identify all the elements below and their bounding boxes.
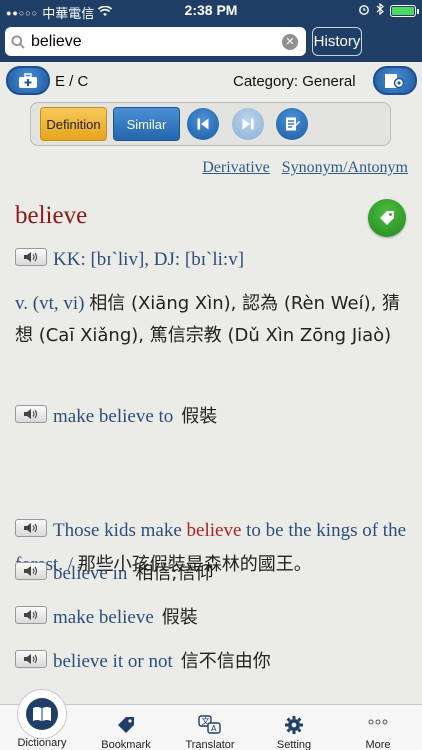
history-button[interactable]: History [312,27,362,56]
similar-button[interactable]: Similar [113,107,180,141]
phrase-row: believe in 相信;信仰 [15,559,213,585]
content-area: E / C Category: General Definition Simil… [0,62,422,704]
search-value[interactable]: believe [31,33,282,51]
skip-back-icon [197,118,209,130]
battery-icon [390,4,419,17]
category-settings-button[interactable] [373,66,417,95]
gear-icon [385,73,405,88]
tag-icon [118,717,134,733]
bookmark-tag-button[interactable] [368,199,406,237]
status-bar: ●●○○○ 中華電信 2:38 PM [0,0,422,22]
phrase-english: believe it or not [53,651,173,672]
next-word-button[interactable] [232,108,264,140]
search-icon [5,35,31,49]
notes-button[interactable] [276,108,308,140]
derivative-link[interactable]: Derivative [202,159,270,176]
speaker-icon[interactable] [15,606,47,624]
speaker-icon[interactable] [15,650,47,668]
tab-label: Dictionary [17,737,67,749]
speaker-icon[interactable] [15,562,47,580]
phrase-row: make believe to 假裝 [15,402,217,428]
phrase-row: believe it or not 信不信由你 [15,647,271,673]
speaker-icon[interactable] [15,519,47,537]
speaker-icon[interactable] [15,248,47,266]
previous-word-button[interactable] [187,108,219,140]
related-links: Derivative Synonym/Antonym [194,159,408,177]
phrase-chinese: 信不信由你 [180,651,271,672]
tab-bar: Dictionary Bookmark 文A Translator Settin… [0,689,422,750]
clear-icon[interactable]: ✕ [282,33,298,50]
briefcase-icon [19,72,37,88]
language-mode-label: E / C [55,73,89,90]
phrase-english: make believe to [53,406,174,427]
bluetooth-icon [376,2,384,18]
synonym-antonym-link[interactable]: Synonym/Antonym [282,159,408,176]
gear-icon [285,716,303,734]
book-icon [26,698,58,730]
phrase-chinese: 假裝 [181,406,218,427]
tab-translator[interactable]: 文A Translator [168,705,252,750]
phrase-row: make believe 假裝 [15,603,198,629]
speaker-icon[interactable] [15,405,47,423]
translate-icon: 文A [198,715,221,734]
phrase-chinese: 假裝 [161,607,198,628]
notes-icon [286,117,300,131]
tab-label: Translator [185,739,235,750]
tab-bookmark[interactable]: Bookmark [84,705,168,750]
skip-forward-icon [242,118,254,130]
tab-label: Bookmark [101,739,151,750]
svg-text:A: A [211,724,217,733]
example-text: Those kids make [53,520,187,541]
search-input[interactable]: believe ✕ [5,27,306,56]
phrase-chinese: 相信;信仰 [135,563,214,584]
tab-dictionary[interactable]: Dictionary [0,689,84,750]
tag-icon [380,211,394,225]
top-bar: ●●○○○ 中華電信 2:38 PM believe ✕ History [0,0,422,62]
alarm-icon [358,3,370,18]
tab-setting[interactable]: Setting [252,705,336,750]
category-label[interactable]: Category: General [233,73,356,90]
phrase-english: believe in [53,563,128,584]
language-mode-button[interactable] [6,66,50,95]
definition-block: v. (vt, vi) 相信 (Xiāng Xìn), 認為 (Rèn Weí)… [15,288,410,352]
part-of-speech: v. (vt, vi) [15,293,85,314]
example-highlight: believe [186,520,242,541]
tab-more[interactable]: More [336,705,420,750]
headword: believe [15,202,88,229]
tab-label: More [365,739,391,750]
pronunciation-row: KK: [bɪˋliv], DJ: [bɪˋli:v] [15,248,244,271]
more-icon [368,719,388,725]
phrase-english: make believe [53,607,154,628]
view-toolbar: Definition Similar [30,102,391,146]
definition-button[interactable]: Definition [40,107,107,141]
pronunciation-text: KK: [bɪˋliv], DJ: [bɪˋli:v] [53,249,245,270]
tab-label: Setting [276,739,312,750]
